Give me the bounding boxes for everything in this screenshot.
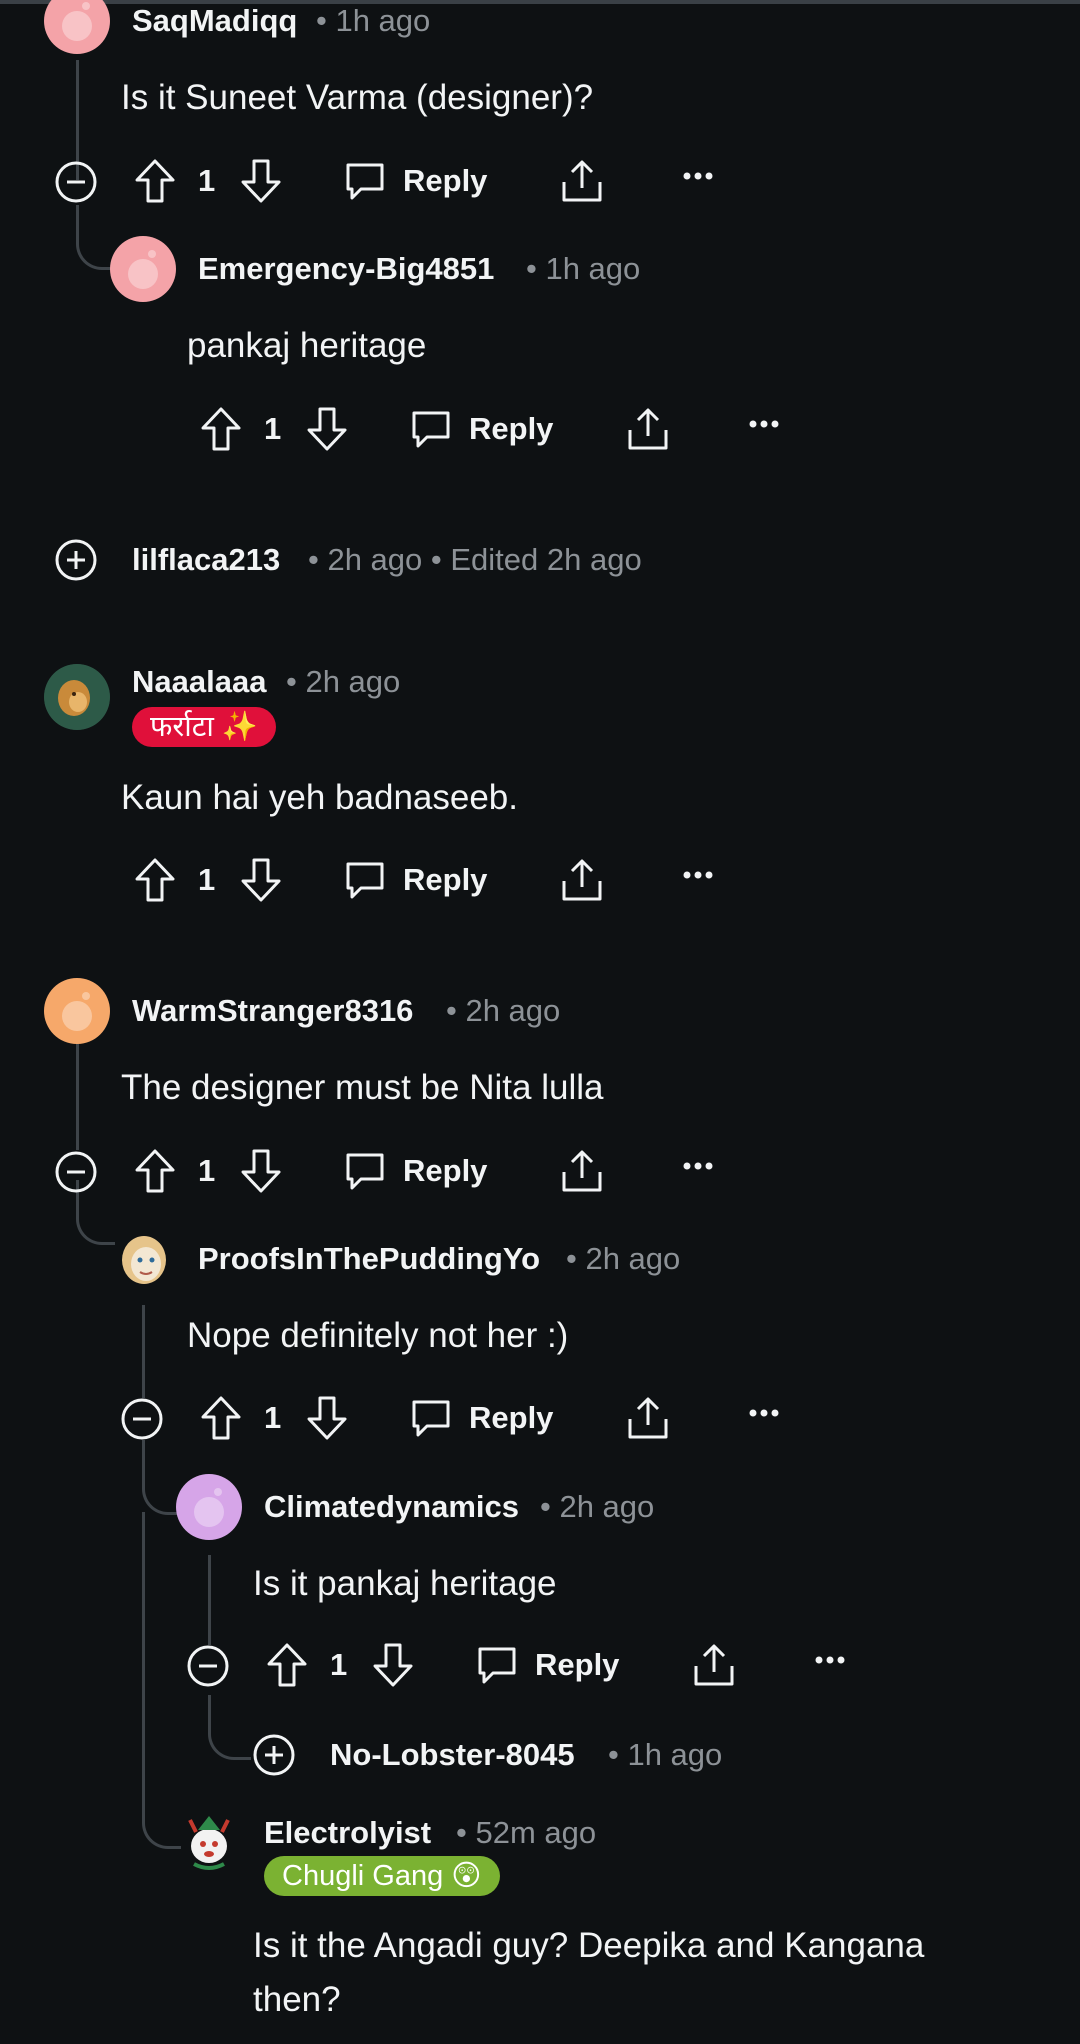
comment-username[interactable]: No-Lobster-8045 bbox=[330, 1736, 575, 1774]
user-avatar[interactable] bbox=[110, 1226, 176, 1292]
comment-username[interactable]: ProofsInThePuddingYo bbox=[198, 1240, 540, 1278]
comment-timestamp: • 2h ago bbox=[540, 1489, 655, 1524]
user-avatar[interactable] bbox=[44, 978, 110, 1044]
comment-timestamp: • 2h ago • Edited 2h ago bbox=[308, 542, 642, 577]
share-icon[interactable] bbox=[560, 1148, 604, 1194]
upvote-icon[interactable] bbox=[134, 857, 176, 903]
comment-username[interactable]: Naaalaaa bbox=[132, 663, 266, 701]
more-options-icon[interactable] bbox=[682, 170, 714, 182]
downvote-icon[interactable] bbox=[306, 1395, 348, 1441]
reindeer-icon bbox=[188, 1816, 230, 1870]
share-icon[interactable] bbox=[692, 1642, 736, 1688]
snoo-icon bbox=[62, 992, 92, 1031]
vote-count: 1 bbox=[198, 1153, 216, 1188]
reply-button[interactable]: Reply bbox=[403, 861, 487, 899]
user-flair: फर्राटा ✨ bbox=[132, 707, 277, 747]
collapse-thread-icon[interactable] bbox=[120, 1397, 164, 1441]
reply-button[interactable]: Reply bbox=[535, 1646, 619, 1684]
reply-button[interactable]: Reply bbox=[403, 1152, 487, 1190]
comment-body-line: Is it the Angadi guy? Deepika and Kangan… bbox=[253, 1926, 925, 1965]
downvote-icon[interactable] bbox=[372, 1642, 414, 1688]
vote-count: 1 bbox=[264, 1400, 282, 1435]
comment-body: The designer must be Nita lulla bbox=[121, 1068, 604, 1107]
comment-timestamp: • 1h ago bbox=[316, 3, 431, 38]
cartoon-face-icon bbox=[114, 1226, 166, 1284]
comment-timestamp: • 52m ago bbox=[456, 1815, 597, 1850]
comment-body: Kaun hai yeh badnaseeb. bbox=[121, 778, 518, 817]
user-avatar[interactable] bbox=[176, 1474, 242, 1540]
expand-thread-icon[interactable] bbox=[54, 538, 98, 582]
comment-body: pankaj heritage bbox=[187, 326, 427, 365]
comment-body: Is it Suneet Varma (designer)? bbox=[121, 78, 594, 117]
more-options-icon[interactable] bbox=[682, 869, 714, 881]
snoo-icon bbox=[62, 2, 92, 41]
comment-username[interactable]: Climatedynamics bbox=[264, 1488, 519, 1526]
more-options-icon[interactable] bbox=[814, 1654, 846, 1666]
expand-thread-icon[interactable] bbox=[252, 1733, 296, 1777]
snoo-icon bbox=[194, 1488, 224, 1527]
thread-line bbox=[142, 1512, 145, 1802]
comment-username[interactable]: Emergency-Big4851 bbox=[198, 250, 494, 288]
reply-icon[interactable] bbox=[475, 1644, 519, 1686]
reply-icon[interactable] bbox=[409, 1397, 453, 1439]
reply-button[interactable]: Reply bbox=[403, 162, 487, 200]
comment-username[interactable]: Electrolyist bbox=[264, 1814, 431, 1852]
more-options-icon[interactable] bbox=[748, 1407, 780, 1419]
share-icon[interactable] bbox=[626, 406, 670, 452]
downvote-icon[interactable] bbox=[240, 158, 282, 204]
user-avatar[interactable] bbox=[110, 236, 176, 302]
comment-username[interactable]: SaqMadiqq bbox=[132, 2, 297, 40]
share-icon[interactable] bbox=[560, 158, 604, 204]
collapse-thread-icon[interactable] bbox=[186, 1644, 230, 1688]
upvote-icon[interactable] bbox=[266, 1642, 308, 1688]
downvote-icon[interactable] bbox=[240, 1148, 282, 1194]
more-options-icon[interactable] bbox=[748, 418, 780, 430]
comment-timestamp: • 2h ago bbox=[446, 993, 561, 1028]
collapse-thread-icon[interactable] bbox=[54, 1150, 98, 1194]
reply-button[interactable]: Reply bbox=[469, 1399, 553, 1437]
user-flair: Chugli Gang 😲 bbox=[264, 1856, 500, 1896]
reply-button[interactable]: Reply bbox=[469, 410, 553, 448]
thread-line bbox=[142, 1305, 145, 1398]
vote-count: 1 bbox=[198, 862, 216, 897]
reply-icon[interactable] bbox=[343, 160, 387, 202]
downvote-icon[interactable] bbox=[240, 857, 282, 903]
share-icon[interactable] bbox=[626, 1395, 670, 1441]
thread-line bbox=[208, 1555, 211, 1645]
upvote-icon[interactable] bbox=[134, 158, 176, 204]
thread-line bbox=[76, 1030, 79, 1150]
user-avatar[interactable] bbox=[44, 0, 110, 54]
comment-body: Nope definitely not her :) bbox=[187, 1316, 569, 1355]
comment-username[interactable]: WarmStranger8316 bbox=[132, 992, 413, 1030]
upvote-icon[interactable] bbox=[134, 1148, 176, 1194]
vote-count: 1 bbox=[330, 1647, 348, 1682]
comment-body-line: then? bbox=[253, 1980, 341, 2019]
upvote-icon[interactable] bbox=[200, 1395, 242, 1441]
reply-icon[interactable] bbox=[409, 408, 453, 450]
vote-count: 1 bbox=[264, 411, 282, 446]
downvote-icon[interactable] bbox=[306, 406, 348, 452]
comment-timestamp: • 1h ago bbox=[526, 251, 641, 286]
comment-username[interactable]: lilflaca213 bbox=[132, 541, 280, 579]
reply-icon[interactable] bbox=[343, 859, 387, 901]
comment-body: Is it pankaj heritage bbox=[253, 1564, 557, 1603]
user-avatar[interactable] bbox=[176, 1810, 242, 1876]
upvote-icon[interactable] bbox=[200, 406, 242, 452]
reply-icon[interactable] bbox=[343, 1150, 387, 1192]
comment-timestamp: • 2h ago bbox=[286, 664, 401, 699]
share-icon[interactable] bbox=[560, 857, 604, 903]
snoo-icon bbox=[128, 250, 158, 289]
thread-curve bbox=[208, 1695, 251, 1760]
lion-icon bbox=[44, 664, 110, 730]
collapse-thread-icon[interactable] bbox=[54, 160, 98, 204]
thread-curve bbox=[76, 205, 115, 270]
more-options-icon[interactable] bbox=[682, 1160, 714, 1172]
comment-timestamp: • 2h ago bbox=[566, 1241, 681, 1276]
vote-count: 1 bbox=[198, 163, 216, 198]
user-avatar[interactable] bbox=[44, 664, 110, 730]
comment-timestamp: • 1h ago bbox=[608, 1737, 723, 1772]
